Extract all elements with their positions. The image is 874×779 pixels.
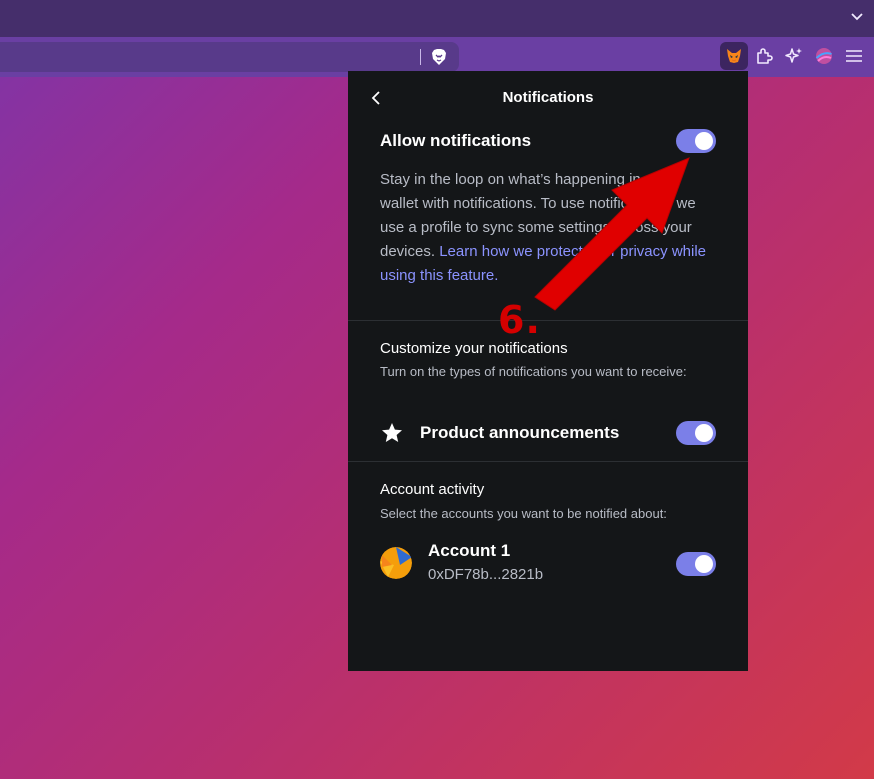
customize-section-subtitle: Turn on the types of notifications you w… xyxy=(380,364,687,379)
toggle-knob xyxy=(695,132,713,150)
address-bar-separator xyxy=(420,49,421,65)
leo-ai-icon[interactable] xyxy=(780,42,808,70)
page-title: Notifications xyxy=(502,89,594,106)
chevron-down-icon[interactable] xyxy=(850,8,864,26)
menu-hamburger-icon[interactable] xyxy=(840,42,868,70)
wallet-icon[interactable] xyxy=(810,42,838,70)
product-announcements-label: Product announcements xyxy=(420,423,620,442)
star-icon xyxy=(380,422,404,444)
account-name: Account 1 xyxy=(428,541,511,560)
toggle-knob xyxy=(695,424,713,442)
browser-tabstrip xyxy=(0,0,874,37)
divider xyxy=(348,320,748,321)
product-announcements-row: Product announcements xyxy=(380,421,716,445)
extensions-puzzle-icon[interactable] xyxy=(750,42,778,70)
account-activity-title: Account activity xyxy=(380,481,485,498)
address-bar[interactable] xyxy=(0,42,459,72)
account-avatar xyxy=(380,547,412,579)
toggle-knob xyxy=(695,555,713,573)
account-1-toggle[interactable] xyxy=(676,552,716,576)
allow-notifications-toggle[interactable] xyxy=(676,129,716,153)
product-announcements-toggle[interactable] xyxy=(676,421,716,445)
notifications-popup: Notifications Allow notifications Stay i… xyxy=(348,71,748,671)
step-number-label: 6. xyxy=(498,298,541,342)
account-address: 0xDF78b...2821b xyxy=(428,566,544,583)
allow-notifications-label: Allow notifications xyxy=(380,131,532,150)
customize-section-title: Customize your notifications xyxy=(380,340,568,357)
divider xyxy=(348,461,748,462)
popup-header: Notifications xyxy=(348,71,748,126)
account-activity-subtitle: Select the accounts you want to be notif… xyxy=(380,506,667,521)
allow-notifications-row: Allow notifications xyxy=(380,129,716,153)
allow-notifications-description: Stay in the loop on what’s happening in … xyxy=(380,168,716,288)
brave-lion-icon[interactable] xyxy=(431,48,447,66)
metamask-fox-icon[interactable] xyxy=(720,42,748,70)
